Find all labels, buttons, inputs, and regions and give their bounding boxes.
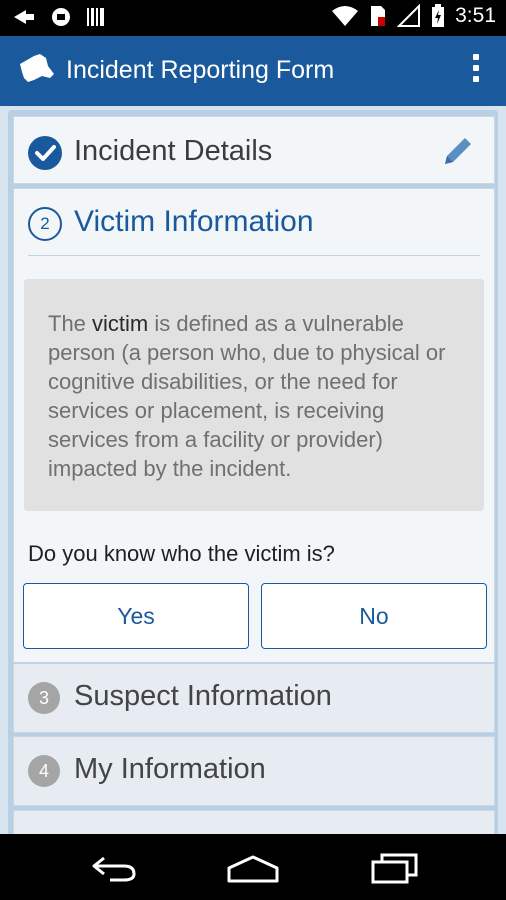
status-bar: 3:51	[0, 0, 506, 36]
section-next-partial[interactable]	[13, 810, 495, 834]
status-time: 3:51	[455, 4, 496, 27]
step-number-badge: 3	[28, 682, 60, 714]
section-my-information[interactable]: 4 My Information	[13, 736, 495, 806]
action-bar: Incident Reporting Form	[0, 36, 506, 106]
no-button[interactable]: No	[261, 583, 487, 649]
app-title: Incident Reporting Form	[66, 56, 335, 84]
usb-icon	[14, 10, 34, 24]
yes-button[interactable]: Yes	[23, 583, 249, 649]
form-sections: Incident Details 2 Victim Information Th…	[8, 110, 498, 834]
android-debug-icon	[52, 8, 70, 26]
navigation-bar	[0, 834, 506, 900]
home-icon[interactable]	[226, 854, 280, 884]
wifi-icon	[332, 6, 359, 26]
back-icon[interactable]	[90, 852, 138, 884]
signal-icon	[397, 4, 421, 27]
overflow-menu-icon[interactable]	[472, 54, 480, 86]
step-number-badge: 4	[28, 755, 60, 787]
battery-charging-icon	[432, 4, 445, 27]
checkmark-icon	[28, 136, 62, 170]
victim-definition-text: The victim is defined as a vulnerable pe…	[48, 311, 446, 481]
pencil-icon[interactable]	[440, 133, 476, 169]
recent-apps-icon[interactable]	[370, 852, 420, 884]
section-incident-details[interactable]: Incident Details	[13, 116, 495, 184]
section-victim-information: 2 Victim Information The victim is defin…	[13, 188, 495, 664]
victim-question: Do you know who the victim is?	[28, 541, 335, 566]
divider	[28, 255, 480, 256]
section-title: My Information	[74, 753, 266, 785]
sim-icon	[371, 6, 386, 26]
section-title: Victim Information	[74, 205, 314, 238]
step-number-badge: 2	[28, 207, 62, 241]
barcode-icon	[87, 8, 104, 26]
section-suspect-information[interactable]: 3 Suspect Information	[13, 662, 495, 733]
victim-definition-box: The victim is defined as a vulnerable pe…	[24, 279, 484, 511]
section-title: Incident Details	[74, 135, 273, 167]
section-title: Suspect Information	[74, 680, 332, 712]
new-york-state-icon	[20, 54, 54, 82]
